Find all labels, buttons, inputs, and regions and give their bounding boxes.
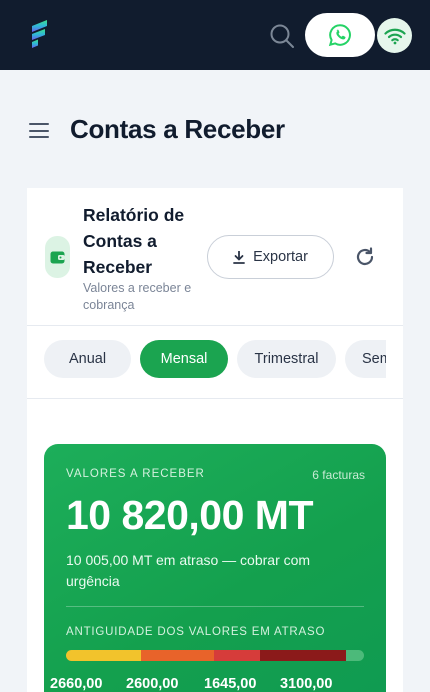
top-bar	[0, 0, 430, 70]
summary-label: VALORES A RECEBER	[66, 468, 205, 480]
period-tabs-scroller[interactable]: Anual Mensal Trimestral Semestral	[44, 340, 386, 378]
aging-value-4: 3100,00	[280, 676, 333, 692]
wifi-icon	[383, 28, 406, 44]
report-header: Relatório de Contas a Receber Valores a …	[27, 188, 403, 326]
tab-anual[interactable]: Anual	[44, 340, 131, 378]
aging-value-1: 2660,00	[50, 676, 103, 692]
summary-divider	[66, 606, 364, 607]
refresh-icon[interactable]	[354, 246, 376, 268]
wallet-icon	[45, 236, 70, 278]
period-tabs: Anual Mensal Trimestral Semestral	[27, 327, 403, 399]
aging-value-2: 2600,00	[126, 676, 179, 692]
report-subtitle: Valores a receber e cobrança	[83, 281, 192, 312]
tab-semestral[interactable]: Semestral	[345, 340, 386, 378]
hamburger-menu-icon[interactable]	[29, 123, 49, 138]
aging-bar-segment	[66, 650, 141, 661]
overdue-note: 10 005,00 MT em atraso — cobrar com urgê…	[66, 552, 311, 589]
brand-logo-icon[interactable]	[28, 20, 50, 48]
tab-trimestral[interactable]: Trimestral	[237, 340, 336, 378]
whatsapp-button[interactable]	[305, 13, 375, 57]
total-receivable-amount: 10 820,00 MT	[66, 492, 314, 538]
whatsapp-icon	[328, 24, 351, 47]
download-icon	[233, 250, 245, 264]
report-card: Relatório de Contas a Receber Valores a …	[27, 188, 403, 692]
aging-bar-segment	[140, 650, 214, 661]
tab-mensal[interactable]: Mensal	[140, 340, 228, 378]
receivables-summary-card: VALORES A RECEBER 6 facturas 10 820,00 M…	[44, 444, 386, 692]
search-icon[interactable]	[268, 22, 296, 50]
aging-bar-segment	[259, 650, 347, 661]
export-button[interactable]: Exportar	[207, 235, 334, 279]
aging-title: ANTIGUIDADE DOS VALORES EM ATRASO	[66, 626, 326, 638]
report-title: Relatório de Contas a Receber	[83, 205, 185, 277]
aging-bar	[66, 650, 364, 661]
connection-status-button[interactable]	[377, 18, 412, 53]
aging-bar-segment	[213, 650, 260, 661]
invoice-count: 6 facturas	[312, 468, 365, 482]
page-title: Contas a Receber	[70, 114, 285, 144]
aging-value-3: 1645,00	[204, 676, 257, 692]
aging-bar-segment	[346, 650, 364, 661]
export-label: Exportar	[253, 249, 308, 265]
